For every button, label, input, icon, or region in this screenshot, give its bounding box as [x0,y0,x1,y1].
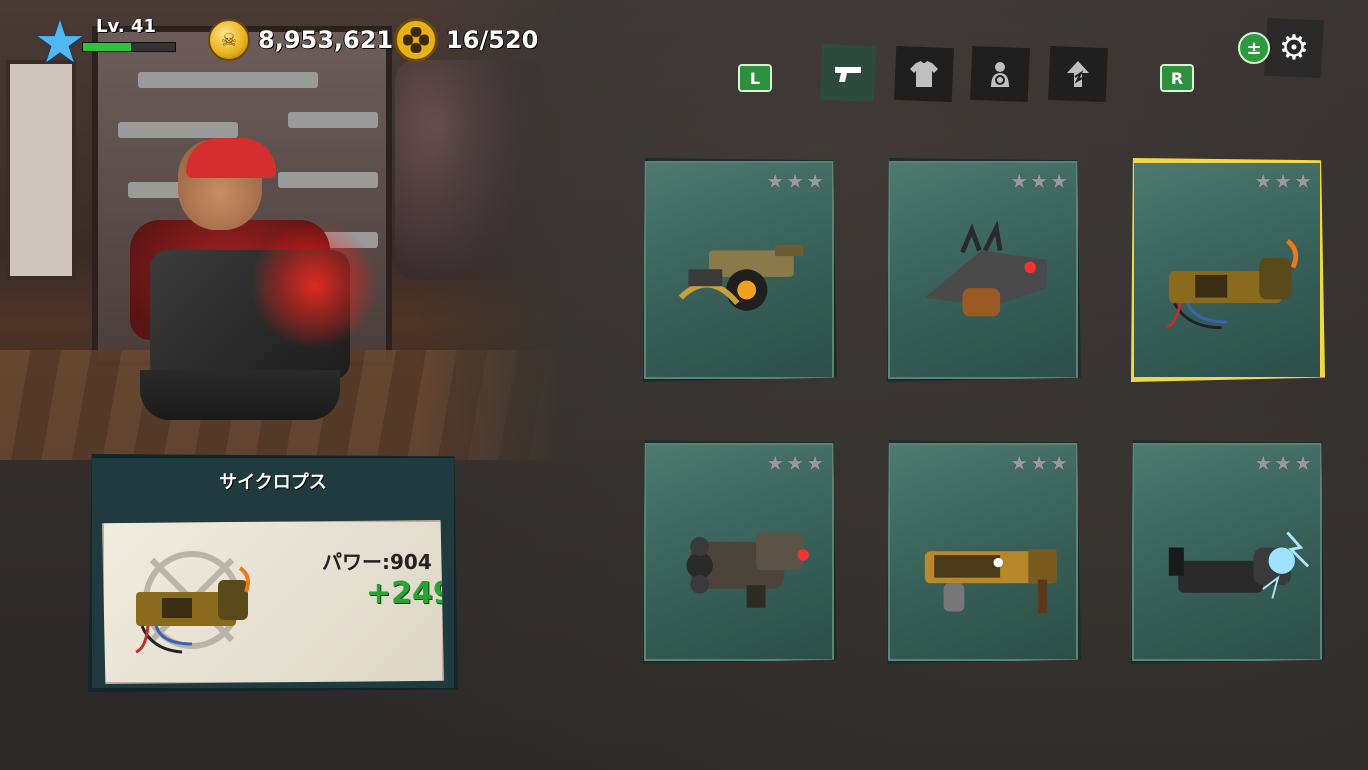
weapon-card-cyclops[interactable]: ★ ★ ★ [1130,158,1325,382]
weapon-card-shark-cannon[interactable]: ★ ★ ★ [886,158,1081,382]
power-bonus: +249 [366,576,454,611]
star-icon: ★ [1294,169,1312,193]
rarity-stars: ★ ★ ★ [1254,453,1312,473]
level-label: Lv. 41 [96,16,156,37]
skull-coin-icon: ☠ [208,19,250,61]
plus-minus-icon[interactable]: ± [1238,32,1270,64]
weapon-card-minigun[interactable]: ★ ★ ★ [642,158,837,382]
star-icon: ★ [1010,451,1029,475]
rarity-stars: ★ ★ ★ [1010,453,1068,473]
wall-poster [6,60,76,280]
rarity-stars: ★ ★ ★ [766,453,824,473]
minigun-weapon-icon [678,244,804,311]
hanging-jersey [395,60,545,280]
rarity-stars: ★ ★ ★ [1010,171,1068,191]
star-icon: ★ [1030,169,1049,193]
star-icon: ★ [1294,451,1312,475]
coin-counter[interactable]: ☠ 8,953,621 [208,18,393,62]
rarity-stars: ★ ★ ★ [1254,171,1312,191]
weapon-glow [250,220,380,350]
hero-legs [140,370,340,420]
player-level: ★ Lv. 41 [34,13,184,74]
upgrade-arrow-icon [1067,61,1089,87]
shark-cannon-weapon-icon [924,220,1048,317]
star-icon: ★ [766,169,785,193]
reel-counter[interactable]: 16/520 [394,18,538,62]
star-icon: ★ [786,169,805,193]
xp-bar [82,42,176,52]
rocket-launcher-weapon-icon [924,549,1057,614]
star-icon: ★ [766,451,785,475]
selected-weapon-panel: サイクロプス パワー:904 +249 [88,454,458,692]
star-icon: ★ [1254,169,1273,193]
settings-button[interactable]: ⚙ [1264,18,1324,78]
hero-character [120,138,380,440]
weapon-card-tesla-gun[interactable]: ★ ★ ★ [1130,440,1325,664]
weapon-stats-card: パワー:904 +249 [102,520,444,684]
shirt-icon [910,61,938,87]
weapon-card-grenade-launcher[interactable]: ★ ★ ★ [642,440,837,664]
gear-icon: ⚙ [1278,28,1310,68]
tesla-gun-weapon-icon [1168,531,1310,599]
star-icon: ★ [786,451,805,475]
cyclops-weapon-thumbnail [135,551,250,654]
cyclops-weapon-icon [1166,239,1299,330]
star-icon: ★ [1010,169,1029,193]
star-icon: ★ [1030,451,1049,475]
star-icon: ★ [1254,451,1273,475]
star-icon: ★ [1274,169,1293,193]
tab-targets[interactable] [970,46,1030,102]
star-icon: ★ [806,169,824,193]
star-icon: ★ [1274,451,1293,475]
tab-weapons[interactable] [820,44,876,102]
right-shoulder-button[interactable]: R [1160,64,1194,92]
target-dummy-icon [991,62,1009,87]
film-reel-icon [394,18,438,62]
grenade-launcher-weapon-icon [686,532,809,608]
tab-upgrades[interactable] [1048,46,1108,102]
coin-value: 8,953,621 [258,26,394,54]
weapon-card-rocket-launcher[interactable]: ★ ★ ★ [886,440,1081,664]
rarity-stars: ★ ★ ★ [766,171,824,191]
reel-value: 16/520 [446,26,539,54]
left-shoulder-button[interactable]: L [738,64,772,92]
xp-bar-fill [83,43,131,51]
star-icon: ★ [1050,451,1068,475]
power-stat: パワー:904 [322,550,432,574]
pistol-icon [835,67,861,82]
red-cap [186,138,276,178]
tab-outfits[interactable] [894,46,954,102]
star-icon: ★ [806,451,824,475]
star-icon: ★ [1050,169,1068,193]
weapon-title: サイクロプス [219,472,327,493]
